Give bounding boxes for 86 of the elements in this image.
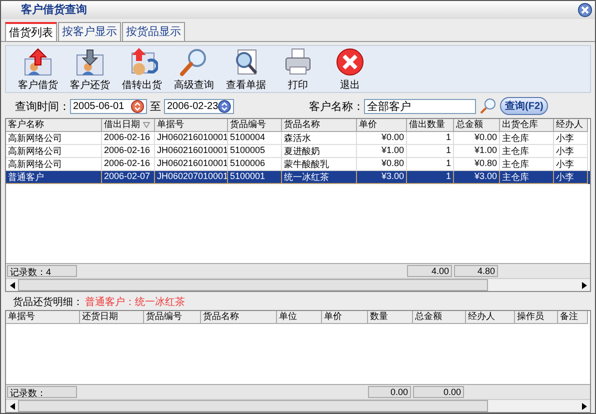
column-header[interactable]: 操作员 — [515, 310, 558, 324]
query-button[interactable]: 查询(F2) — [500, 97, 548, 116]
total-field: 4.80 — [454, 264, 498, 277]
toolbar-button[interactable]: 客户还货 — [64, 46, 116, 92]
table-cell: 小李 — [554, 132, 588, 145]
column-header[interactable]: 单价 — [322, 310, 368, 324]
table-cell: 普通客户 — [6, 170, 102, 184]
table-cell: 主仓库 — [500, 132, 554, 145]
table-cell: ¥1.00 — [454, 144, 500, 158]
column-header[interactable]: 总金额 — [413, 310, 466, 324]
date-field[interactable]: 2005-06-01 — [70, 98, 147, 114]
table-cell: 夏进酸奶 — [282, 144, 357, 158]
column-header[interactable]: 货品编号 — [144, 310, 201, 324]
table-cell: 1 — [407, 170, 454, 184]
toolbar-button[interactable]: 客户借货 — [12, 46, 64, 92]
spin-icon[interactable] — [218, 100, 231, 113]
scroll-right-icon[interactable] — [582, 402, 586, 410]
tab[interactable]: 按货品显示 — [122, 22, 185, 40]
total-field: 0.00 — [368, 386, 411, 398]
detail-subject: 普通客户：统一冰红茶 — [85, 296, 185, 309]
table-cell: 2006-02-16 — [102, 144, 155, 158]
tab[interactable]: 按客户显示 — [58, 22, 121, 40]
table-cell: 统一冰红茶 — [282, 170, 357, 184]
date-field[interactable]: 2006-02-23 — [164, 98, 234, 114]
field-label: 客户名称： — [309, 100, 364, 114]
table-cell: ¥0.00 — [454, 132, 500, 145]
column-header[interactable]: 单位 — [277, 310, 322, 324]
table-cell: ¥1.00 — [357, 144, 407, 158]
column-header[interactable]: 备注 — [558, 310, 588, 324]
column-header[interactable]: 客户名称 — [6, 118, 102, 132]
toolbar-button[interactable]: 借转出货 — [116, 46, 168, 92]
table-cell: 5100004 — [228, 132, 282, 145]
close-icon[interactable] — [578, 2, 592, 17]
customer-field[interactable]: 全部客户 — [364, 98, 476, 114]
detail-label: 货品还货明细： — [13, 296, 83, 309]
column-header[interactable]: 货品编号 — [228, 118, 282, 132]
total-field: 0.00 — [413, 386, 464, 398]
column-header[interactable]: 数量 — [368, 310, 413, 324]
table-cell: 5100001 — [228, 170, 282, 184]
table-cell: 森活水 — [282, 132, 357, 145]
column-header[interactable]: 经办人 — [466, 310, 515, 324]
scroll-right-icon[interactable] — [582, 282, 586, 289]
field-label: 至 — [150, 100, 161, 114]
column-header[interactable]: 货品名称 — [201, 310, 277, 324]
exit-icon — [334, 46, 366, 76]
scrollbar-thumb[interactable] — [18, 400, 488, 412]
table-cell: 1 — [407, 144, 454, 158]
table-cell: 主仓库 — [500, 170, 554, 184]
scroll-left-icon[interactable] — [10, 282, 14, 289]
record-count: 记录数： — [7, 386, 77, 398]
column-header[interactable]: 单价 — [357, 118, 407, 132]
toolbar-button[interactable]: 高级查询 — [168, 46, 220, 92]
table-cell: 高新网络公司 — [6, 132, 102, 145]
tab[interactable]: 借货列表 — [5, 22, 57, 40]
toolbar-button[interactable]: 打印 — [272, 46, 324, 92]
field-label: 查询时间： — [15, 100, 70, 114]
toolbar-button[interactable]: 退出 — [324, 46, 376, 92]
column-header[interactable]: 经办人 — [554, 118, 588, 132]
table-cell: 高新网络公司 — [6, 144, 102, 158]
column-header[interactable]: 借出日期 — [102, 118, 155, 132]
spin-icon[interactable] — [131, 100, 144, 113]
search-icon[interactable] — [480, 98, 496, 114]
table-cell: 主仓库 — [500, 144, 554, 158]
table-cell: 2006-02-07 — [102, 170, 155, 184]
toolbar-button[interactable]: 查看单据 — [220, 46, 272, 92]
sort-icon — [143, 122, 150, 128]
table-cell: 小李 — [554, 170, 588, 184]
column-header[interactable]: 单据号 — [6, 310, 80, 324]
table-cell: 小李 — [554, 144, 588, 158]
column-header[interactable]: 借出数量 — [407, 118, 454, 132]
table-cell: ¥3.00 — [357, 170, 407, 184]
scroll-left-icon[interactable] — [10, 402, 14, 410]
column-header[interactable]: 出货仓库 — [500, 118, 554, 132]
window-title: 客户借货查询 — [21, 2, 87, 18]
column-header[interactable]: 单据号 — [155, 118, 228, 132]
column-header[interactable]: 总金额 — [454, 118, 500, 132]
total-field: 4.00 — [407, 264, 452, 277]
table-cell: 5100005 — [228, 144, 282, 158]
table-cell: 1 — [407, 132, 454, 145]
table-cell: ¥0.00 — [357, 132, 407, 145]
table-cell: ¥3.00 — [454, 170, 500, 184]
record-count: 记录数：4 — [7, 264, 77, 277]
column-header[interactable]: 还货日期 — [80, 310, 144, 324]
table-cell: 2006-02-16 — [102, 132, 155, 145]
column-header[interactable]: 货品名称 — [282, 118, 357, 132]
scrollbar-thumb[interactable] — [18, 279, 488, 291]
